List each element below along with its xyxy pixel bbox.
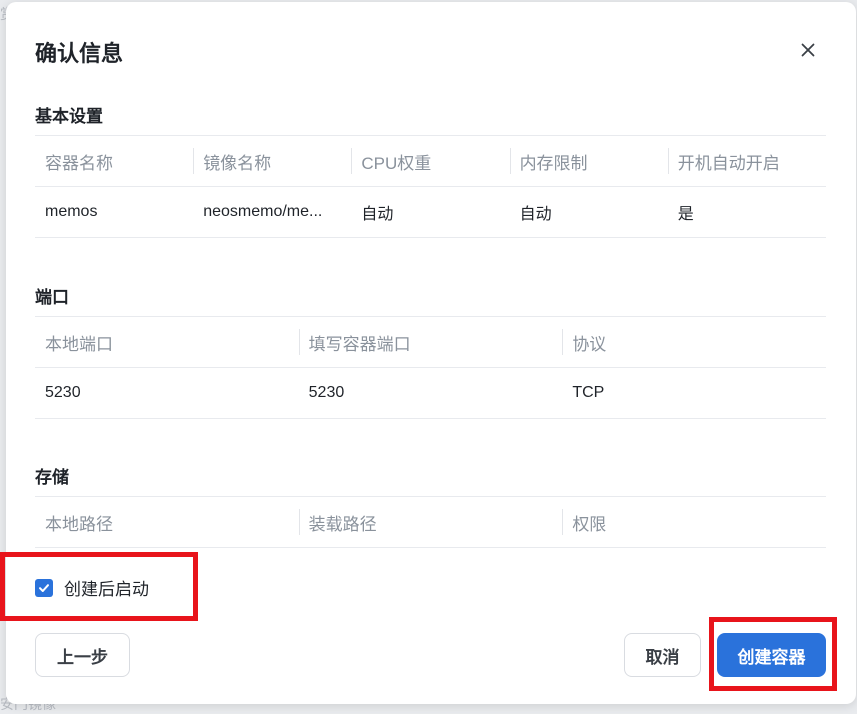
table-header: 开机自动开启 xyxy=(667,135,826,187)
table-cell: 5230 xyxy=(298,367,563,419)
table-header: 容器名称 xyxy=(35,135,194,187)
ports-title: 端口 xyxy=(35,288,69,307)
table-row: memos neosmemo/me... 自动 自动 是 xyxy=(35,186,826,238)
table-cell: 5230 xyxy=(35,367,299,419)
table-header: 装载路径 xyxy=(298,496,563,548)
table-header-row: 容器名称 镜像名称 CPU权重 内存限制 开机自动开启 xyxy=(35,135,826,187)
table-cell: neosmemo/me... xyxy=(193,186,352,238)
create-container-button[interactable]: 创建容器 xyxy=(717,633,826,677)
start-after-create-checkbox[interactable]: 创建后启动 xyxy=(35,575,149,600)
table-cell: 是 xyxy=(667,186,826,238)
table-header: 协议 xyxy=(562,316,826,368)
checkbox-checked-icon[interactable] xyxy=(35,578,53,597)
table-header: 填写容器端口 xyxy=(298,316,563,368)
confirm-dialog: 确认信息 基本设置 容器名称 镜像名称 CPU权重 内存限制 开机自动开启 me… xyxy=(6,2,856,704)
previous-step-button[interactable]: 上一步 xyxy=(35,633,130,677)
table-header: 权限 xyxy=(562,496,826,548)
checkbox-label: 创建后启动 xyxy=(64,580,149,599)
table-cell: 自动 xyxy=(509,186,668,238)
table-header: CPU权重 xyxy=(351,135,510,187)
basic-settings-table: 容器名称 镜像名称 CPU权重 内存限制 开机自动开启 memos neosme… xyxy=(35,135,826,238)
dialog-title: 确认信息 xyxy=(35,41,124,66)
table-row: 5230 5230 TCP xyxy=(35,367,826,419)
table-header-row: 本地路径 装载路径 权限 xyxy=(35,496,826,548)
table-header: 内存限制 xyxy=(509,135,668,187)
cancel-button[interactable]: 取消 xyxy=(624,633,701,677)
close-button[interactable] xyxy=(796,38,820,62)
basic-settings-title: 基本设置 xyxy=(35,107,103,126)
table-cell: TCP xyxy=(562,367,826,419)
checkmark-icon xyxy=(39,583,49,592)
ports-table: 本地端口 填写容器端口 协议 5230 5230 TCP xyxy=(35,316,826,419)
table-header-row: 本地端口 填写容器端口 协议 xyxy=(35,316,826,368)
storage-table: 本地路径 装载路径 权限 xyxy=(35,496,826,548)
table-header: 镜像名称 xyxy=(193,135,352,187)
storage-title: 存储 xyxy=(35,468,69,487)
table-cell: 自动 xyxy=(351,186,510,238)
close-icon xyxy=(801,43,815,57)
table-header: 本地端口 xyxy=(35,316,299,368)
table-header: 本地路径 xyxy=(35,496,299,548)
table-cell: memos xyxy=(35,186,194,238)
